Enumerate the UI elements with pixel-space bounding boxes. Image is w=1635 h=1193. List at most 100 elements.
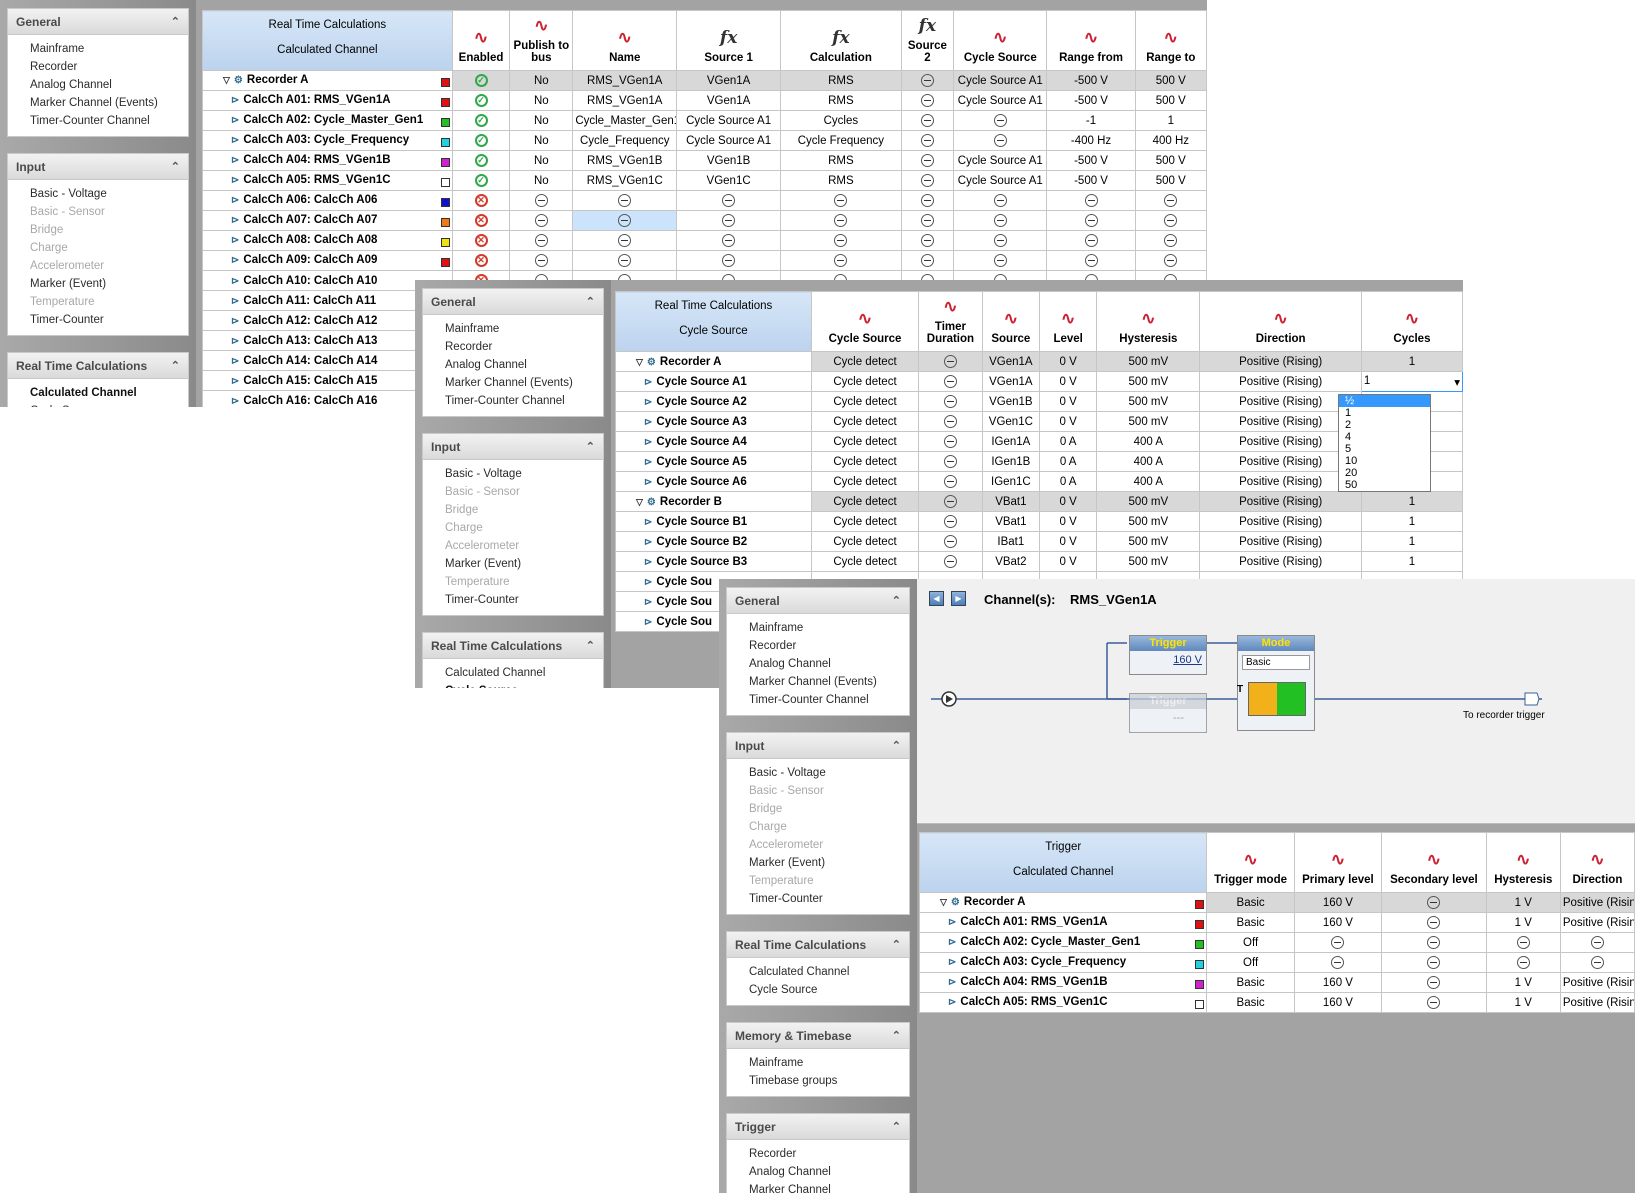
sidebar-item[interactable]: Temperature — [8, 293, 188, 311]
table-cell[interactable]: VGen1A — [676, 90, 782, 111]
table-cell[interactable]: 500 mV — [1096, 491, 1201, 512]
sidebar-item[interactable]: Cycle Source — [423, 682, 603, 688]
column-header[interactable]: fx Source 1 — [676, 10, 782, 71]
column-header[interactable]: ∿ Range to — [1134, 10, 1207, 71]
table-cell[interactable] — [509, 230, 574, 251]
table-cell[interactable]: VGen1B — [676, 150, 782, 171]
table-cell[interactable]: 0 V — [1038, 531, 1098, 552]
sidebar-group-header[interactable]: Real Time Calculations ⌃ — [423, 633, 603, 659]
channel-name-cell[interactable]: ⊳ CalcCh A09: CalcCh A09 — [202, 250, 453, 271]
enabled-check-icon[interactable]: ✓ — [474, 94, 488, 107]
table-cell[interactable] — [1134, 250, 1207, 271]
table-cell[interactable]: VGen1B — [981, 391, 1041, 412]
channel-color-swatch[interactable] — [440, 138, 450, 147]
table-row[interactable]: ⊳ CalcCh A07: CalcCh A07 ✕ — [202, 210, 1207, 231]
table-cell[interactable]: Cycle detect — [810, 451, 920, 472]
sidebar-item[interactable]: Bridge — [727, 800, 909, 818]
table-cell[interactable] — [1381, 912, 1487, 933]
table-row[interactable]: ⊳ Cycle Source A1 Cycle detect VGen1A 0 V 500… — [615, 371, 1463, 392]
sidebar-item[interactable]: Marker (Event) — [8, 275, 188, 293]
table-cell[interactable]: Cycle_Master_Gen1 — [572, 110, 678, 131]
enabled-cell[interactable]: ✕ — [451, 250, 511, 271]
table-cell[interactable] — [572, 190, 678, 211]
table-cell[interactable]: 160 V — [1293, 972, 1383, 993]
table-row[interactable]: ⊳ CalcCh A03: Cycle_Frequency ✓ No Cycle_Fre… — [202, 130, 1207, 151]
channel-name-cell[interactable]: ▽ ⚙ Recorder A — [202, 70, 453, 91]
table-cell[interactable]: Cycle Source A1 — [676, 130, 782, 151]
table-cell[interactable] — [509, 250, 574, 271]
table-cell[interactable]: 160 V — [1293, 912, 1383, 933]
channel-color-swatch[interactable] — [440, 178, 450, 187]
sidebar-item[interactable]: Marker (Event) — [727, 854, 909, 872]
channel-name-cell[interactable]: ▽ ⚙ Recorder A — [615, 351, 812, 372]
sidebar-item[interactable]: Mainframe — [727, 619, 909, 637]
sidebar-item[interactable]: Calculated Channel — [8, 384, 188, 402]
table-cell[interactable]: 500 V — [1134, 150, 1207, 171]
table-cell[interactable] — [900, 210, 955, 231]
table-cell[interactable]: IGen1B — [981, 451, 1041, 472]
column-header[interactable]: fx Calculation — [780, 10, 902, 71]
sidebar-item[interactable]: Timer-Counter — [727, 890, 909, 908]
sidebar-item[interactable]: Marker Channel (Events) — [727, 673, 909, 691]
table-cell[interactable] — [676, 190, 782, 211]
column-header[interactable]: ∿ Timer Duration — [918, 291, 983, 352]
channel-name-cell[interactable]: ⊳ CalcCh A04: RMS_VGen1B — [202, 150, 453, 171]
column-header[interactable]: fx Source 2 — [900, 10, 955, 71]
channel-name-cell[interactable]: ⊳ Cycle Source B1 — [615, 511, 812, 532]
sidebar-group-header[interactable]: General ⌃ — [8, 9, 188, 35]
table-cell[interactable] — [676, 210, 782, 231]
table-row[interactable]: ▽⚙Recorder A Basic 160 V 1 V Positive (Risin… — [918, 892, 1635, 913]
table-cell[interactable]: 0 A — [1038, 431, 1098, 452]
channel-color-swatch[interactable] — [1195, 1000, 1205, 1009]
enabled-cell[interactable]: ✓ — [451, 90, 511, 111]
enabled-check-icon[interactable]: ✓ — [474, 154, 488, 167]
channel-color-swatch[interactable] — [440, 218, 450, 227]
sidebar-item[interactable]: Basic - Voltage — [8, 185, 188, 203]
table-cell[interactable]: 0 V — [1038, 351, 1098, 372]
disabled-x-icon[interactable]: ✕ — [474, 254, 488, 267]
table-cell[interactable] — [953, 230, 1048, 251]
sidebar-item[interactable]: Mainframe — [727, 1054, 909, 1072]
channel-color-swatch[interactable] — [1195, 980, 1205, 989]
table-cell[interactable]: RMS — [780, 150, 902, 171]
table-cell[interactable]: No — [509, 130, 574, 151]
column-header[interactable]: ∿ Enabled — [451, 10, 511, 71]
table-cell[interactable]: Positive (Rising) — [1199, 531, 1362, 552]
table-cell[interactable]: 1 — [1360, 511, 1463, 532]
table-cell[interactable]: IGen1C — [981, 471, 1041, 492]
sidebar-item[interactable]: Marker (Event) — [423, 555, 603, 573]
sidebar-item[interactable]: Charge — [727, 818, 909, 836]
channel-name-cell[interactable]: ⊳ CalcCh A08: CalcCh A08 — [202, 230, 453, 251]
table-cell[interactable]: Positive (Rising) — [1199, 551, 1362, 572]
sidebar-item[interactable]: Timer-Counter Channel — [423, 392, 603, 410]
table-cell[interactable]: Positive (Rising) — [1559, 892, 1635, 913]
table-cell[interactable] — [1046, 250, 1136, 271]
table-cell[interactable] — [1559, 932, 1635, 953]
sidebar-group-header[interactable]: Input ⌃ — [727, 733, 909, 759]
enabled-check-icon[interactable]: ✓ — [474, 114, 488, 127]
expand-toggle-icon[interactable]: ▽ — [940, 897, 947, 908]
table-row[interactable]: ⊳ CalcCh A02: Cycle_Master_Gen1 ✓ No Cycle_M… — [202, 110, 1207, 131]
collapse-chevron-icon[interactable]: ⌃ — [892, 594, 901, 607]
table-row[interactable]: ⊳ CalcCh A08: CalcCh A08 ✕ — [202, 230, 1207, 251]
table-cell[interactable] — [572, 210, 678, 231]
table-row[interactable]: ⊳ Cycle Source A6 Cycle detect IGen1C 0 A 400… — [615, 471, 1463, 492]
sidebar-group-header[interactable]: Real Time Calculations ⌃ — [8, 353, 188, 379]
table-cell[interactable] — [918, 411, 983, 432]
table-cell[interactable]: Off — [1206, 952, 1295, 973]
table-cell[interactable]: Cycle detect — [810, 491, 920, 512]
table-cell[interactable] — [918, 491, 983, 512]
table-cell[interactable]: Positive (Rising) — [1199, 511, 1362, 532]
column-header[interactable]: ∿ Trigger mode — [1206, 832, 1295, 893]
table-cell[interactable]: -400 Hz — [1046, 130, 1136, 151]
table-row[interactable]: ⊳ CalcCh A02: Cycle_Master_Gen1 Off — [918, 932, 1635, 953]
channel-color-swatch[interactable] — [1195, 920, 1205, 929]
table-cell[interactable] — [1134, 230, 1207, 251]
table-cell[interactable]: RMS — [780, 70, 902, 91]
sidebar-item[interactable]: Accelerometer — [727, 836, 909, 854]
sidebar-item[interactable]: Timer-Counter — [423, 591, 603, 609]
table-row[interactable]: ⊳ CalcCh A01: RMS_VGen1A ✓ No RMS_VGen1A VGen… — [202, 90, 1207, 111]
table-cell[interactable]: 500 V — [1134, 170, 1207, 191]
sidebar-group-header[interactable]: General ⌃ — [423, 289, 603, 315]
table-cell[interactable]: -500 V — [1046, 170, 1136, 191]
